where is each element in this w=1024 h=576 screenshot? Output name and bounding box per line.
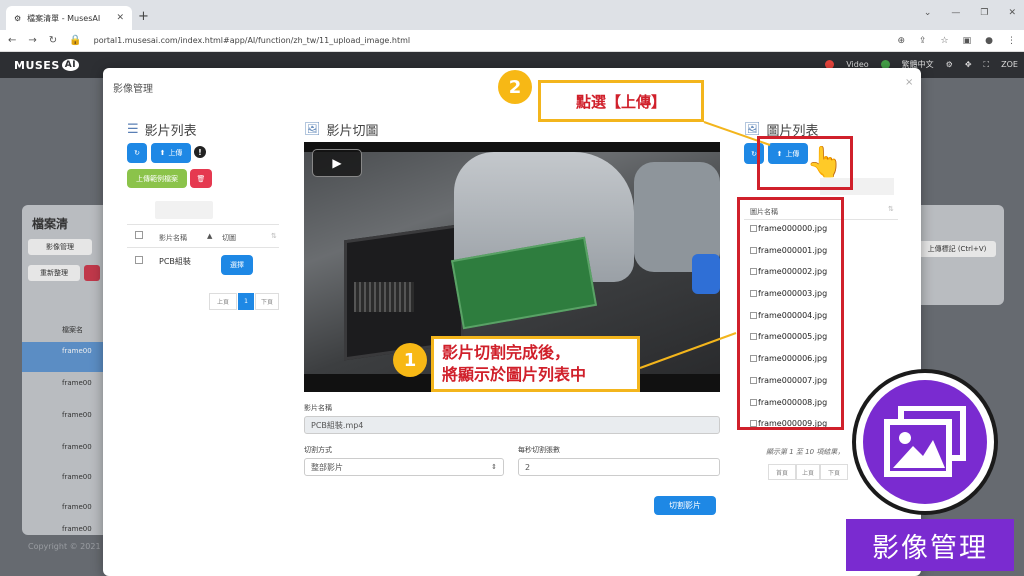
image-list-highlight-box: [737, 197, 844, 430]
gallery-icon: [884, 406, 966, 477]
badge-circle: [863, 380, 987, 504]
badge-label: 影像管理: [846, 519, 1014, 571]
step1-marker: 1: [393, 343, 427, 377]
image-management-badge: [852, 369, 998, 515]
hand-pointer-icon: 👆: [806, 145, 844, 180]
step1-text-line2: 將顯示於圖片列表中: [442, 365, 587, 384]
step1-leader-line: [639, 332, 737, 369]
step1-text-line1: 影片切割完成後，: [442, 343, 571, 362]
step1-callout: 影片切割完成後， 將顯示於圖片列表中: [431, 336, 640, 392]
